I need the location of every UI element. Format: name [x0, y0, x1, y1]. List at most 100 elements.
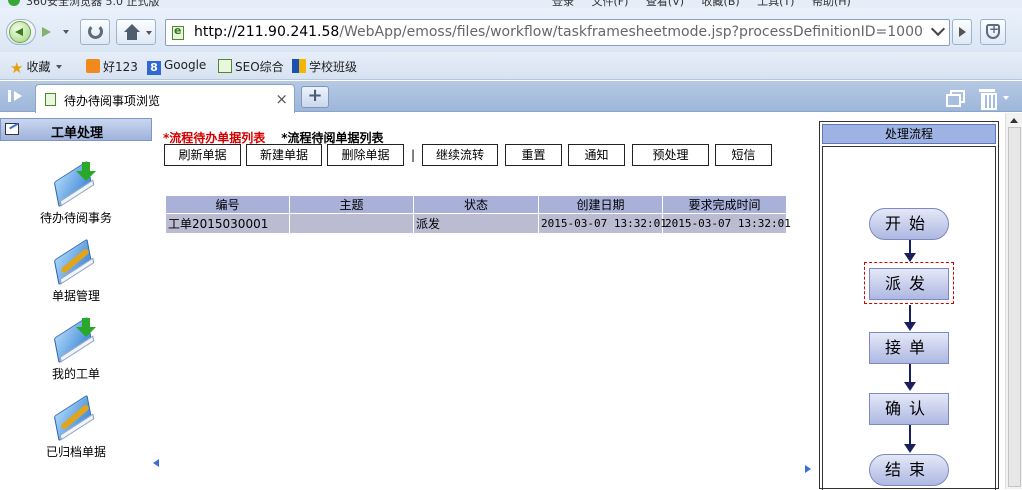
- browser-title-bar: 360安全浏览器 5.0 正式版 登录 文件(F) 查看(V) 收藏(B) 工具…: [0, 0, 1022, 8]
- security-button[interactable]: [980, 19, 1006, 45]
- column-header-number[interactable]: 编号: [165, 195, 290, 214]
- arrow-down-icon: [904, 382, 916, 391]
- sms-button[interactable]: 短信: [715, 144, 772, 166]
- favorite-label: 学校班级: [309, 60, 358, 74]
- preprocess-button[interactable]: 预处理: [632, 144, 709, 166]
- shield-icon: [986, 22, 1000, 39]
- nav-item-todo[interactable]: 待办待阅事务: [0, 160, 152, 226]
- flow-node-start[interactable]: 开始: [869, 208, 949, 240]
- favorite-label: Google: [164, 58, 207, 72]
- nav-item-documents[interactable]: 单据管理: [0, 238, 152, 304]
- menu-view[interactable]: 查看(V): [646, 0, 684, 8]
- book-tool-icon: [52, 238, 100, 286]
- favorite-hao123[interactable]: 好123: [86, 58, 138, 75]
- main-content: *流程待办单据列表 *流程待阅单据列表 刷新单据 新建单据 删除单据 | 继续流转…: [163, 129, 793, 479]
- favorite-seo[interactable]: SEO综合: [218, 58, 284, 75]
- chevron-down-icon[interactable]: [63, 30, 69, 34]
- home-icon: [124, 24, 140, 32]
- close-icon[interactable]: ×: [275, 90, 288, 108]
- url-text[interactable]: http://211.90.241.58/WebApp/emoss/files/…: [194, 24, 924, 40]
- navigation-bar: http://211.90.241.58/WebApp/emoss/files/…: [0, 8, 1022, 52]
- tab-strip: 待办待阅事项浏览 × +: [0, 81, 1022, 113]
- restore-window-icon[interactable]: [946, 90, 965, 107]
- favorite-google[interactable]: 8 Google: [147, 58, 206, 75]
- chevron-down-icon[interactable]: [146, 31, 152, 35]
- continue-flow-button[interactable]: 继续流转: [422, 144, 498, 166]
- favorite-school[interactable]: 学校班级: [292, 58, 357, 75]
- new-document-button[interactable]: 新建单据: [246, 144, 322, 166]
- menu-tools[interactable]: 工具(T): [757, 0, 794, 8]
- left-nav-title: 工单处理: [51, 126, 104, 141]
- tab-label: 待办待阅事项浏览: [64, 94, 161, 108]
- column-header-created[interactable]: 创建日期: [538, 195, 663, 214]
- refresh-button[interactable]: 刷新单据: [164, 144, 241, 166]
- browser-logo-icon: [8, 0, 20, 6]
- menu-favorites[interactable]: 收藏(B): [702, 0, 740, 8]
- task-table: 编号 主题 状态 创建日期 要求完成时间 工单2015030001 派发 201…: [165, 195, 791, 234]
- back-button[interactable]: [6, 19, 36, 45]
- cell-deadline: 2015-03-07 13:32:01: [662, 213, 791, 234]
- page-icon: [218, 59, 232, 73]
- menu-file[interactable]: 文件(F): [592, 0, 629, 8]
- sidebar-toggle-icon[interactable]: [8, 88, 26, 104]
- new-tab-button[interactable]: +: [301, 86, 329, 108]
- nav-item-label: 已归档单据: [45, 445, 106, 459]
- tab-read-list[interactable]: *流程待阅单据列表: [281, 131, 383, 145]
- flow-node-dispatch[interactable]: 派发: [869, 268, 949, 300]
- delete-button[interactable]: 删除单据: [327, 144, 404, 166]
- url-host: http://211.90.241.58: [194, 24, 340, 40]
- favorite-label: 好123: [103, 60, 138, 74]
- scrollbar-thumb[interactable]: [1008, 127, 1021, 487]
- forward-button[interactable]: [38, 19, 72, 45]
- nav-item-my-orders[interactable]: 我的工单: [0, 316, 152, 382]
- table-row[interactable]: 工单2015030001 派发 2015-03-07 13:32:01 2015…: [165, 213, 791, 234]
- table-header-row: 编号 主题 状态 创建日期 要求完成时间: [165, 195, 787, 214]
- notify-button[interactable]: 通知: [568, 144, 625, 166]
- trash-icon[interactable]: [979, 88, 997, 110]
- column-header-deadline[interactable]: 要求完成时间: [662, 195, 787, 214]
- menu-help[interactable]: 帮助(H): [812, 0, 851, 8]
- favorites-bar: ★ 收藏 好123 8 Google SEO综合 学校班级: [0, 52, 1022, 80]
- reset-button[interactable]: 重置: [505, 144, 562, 166]
- favorites-label: 收藏: [26, 60, 51, 74]
- go-button[interactable]: [952, 19, 972, 45]
- google-icon: 8: [147, 61, 161, 75]
- flow-node-confirm[interactable]: 确认: [869, 393, 949, 425]
- book-add-icon: [52, 160, 100, 208]
- tab-active[interactable]: 待办待阅事项浏览 ×: [35, 84, 295, 113]
- left-nav-header: 工单处理: [0, 118, 152, 141]
- arrow-down-icon: [904, 444, 916, 453]
- reload-button[interactable]: [80, 19, 110, 45]
- chevron-down-icon[interactable]: [930, 21, 946, 37]
- collapse-right-icon[interactable]: [805, 465, 811, 473]
- favorite-label: SEO综合: [235, 60, 284, 74]
- chevron-down-icon: [56, 65, 63, 69]
- favorites-menu[interactable]: ★ 收藏: [10, 58, 63, 77]
- column-header-status[interactable]: 状态: [413, 195, 539, 214]
- collapse-left-icon[interactable]: [153, 459, 159, 467]
- play-icon: [959, 27, 966, 37]
- flow-node-end[interactable]: 结束: [869, 454, 949, 486]
- nav-item-archived[interactable]: 已归档单据: [0, 394, 152, 460]
- nav-item-label: 单据管理: [51, 289, 100, 303]
- flow-node-receive[interactable]: 接单: [869, 332, 949, 364]
- column-header-subject[interactable]: 主题: [289, 195, 414, 214]
- reload-icon: [88, 24, 103, 39]
- scroll-up-icon[interactable]: [1010, 118, 1018, 123]
- school-icon: [292, 59, 306, 73]
- book-add-icon: [52, 316, 100, 364]
- tab-todo-list[interactable]: *流程待办单据列表: [163, 131, 265, 145]
- address-bar[interactable]: http://211.90.241.58/WebApp/emoss/files/…: [165, 19, 950, 46]
- cell-subject: [289, 213, 414, 234]
- forward-arrow-icon: [42, 27, 51, 37]
- book-tool-icon: [52, 394, 100, 442]
- arrow-down-icon: [904, 322, 916, 331]
- page-icon: [45, 93, 56, 106]
- page-scrollbar[interactable]: [1005, 113, 1022, 489]
- hao123-icon: [86, 59, 100, 73]
- home-button[interactable]: [116, 19, 156, 45]
- menu-login[interactable]: 登录: [552, 0, 574, 8]
- edit-icon: [5, 123, 19, 135]
- cell-number[interactable]: 工单2015030001: [165, 213, 290, 234]
- chevron-down-icon[interactable]: [1003, 96, 1009, 100]
